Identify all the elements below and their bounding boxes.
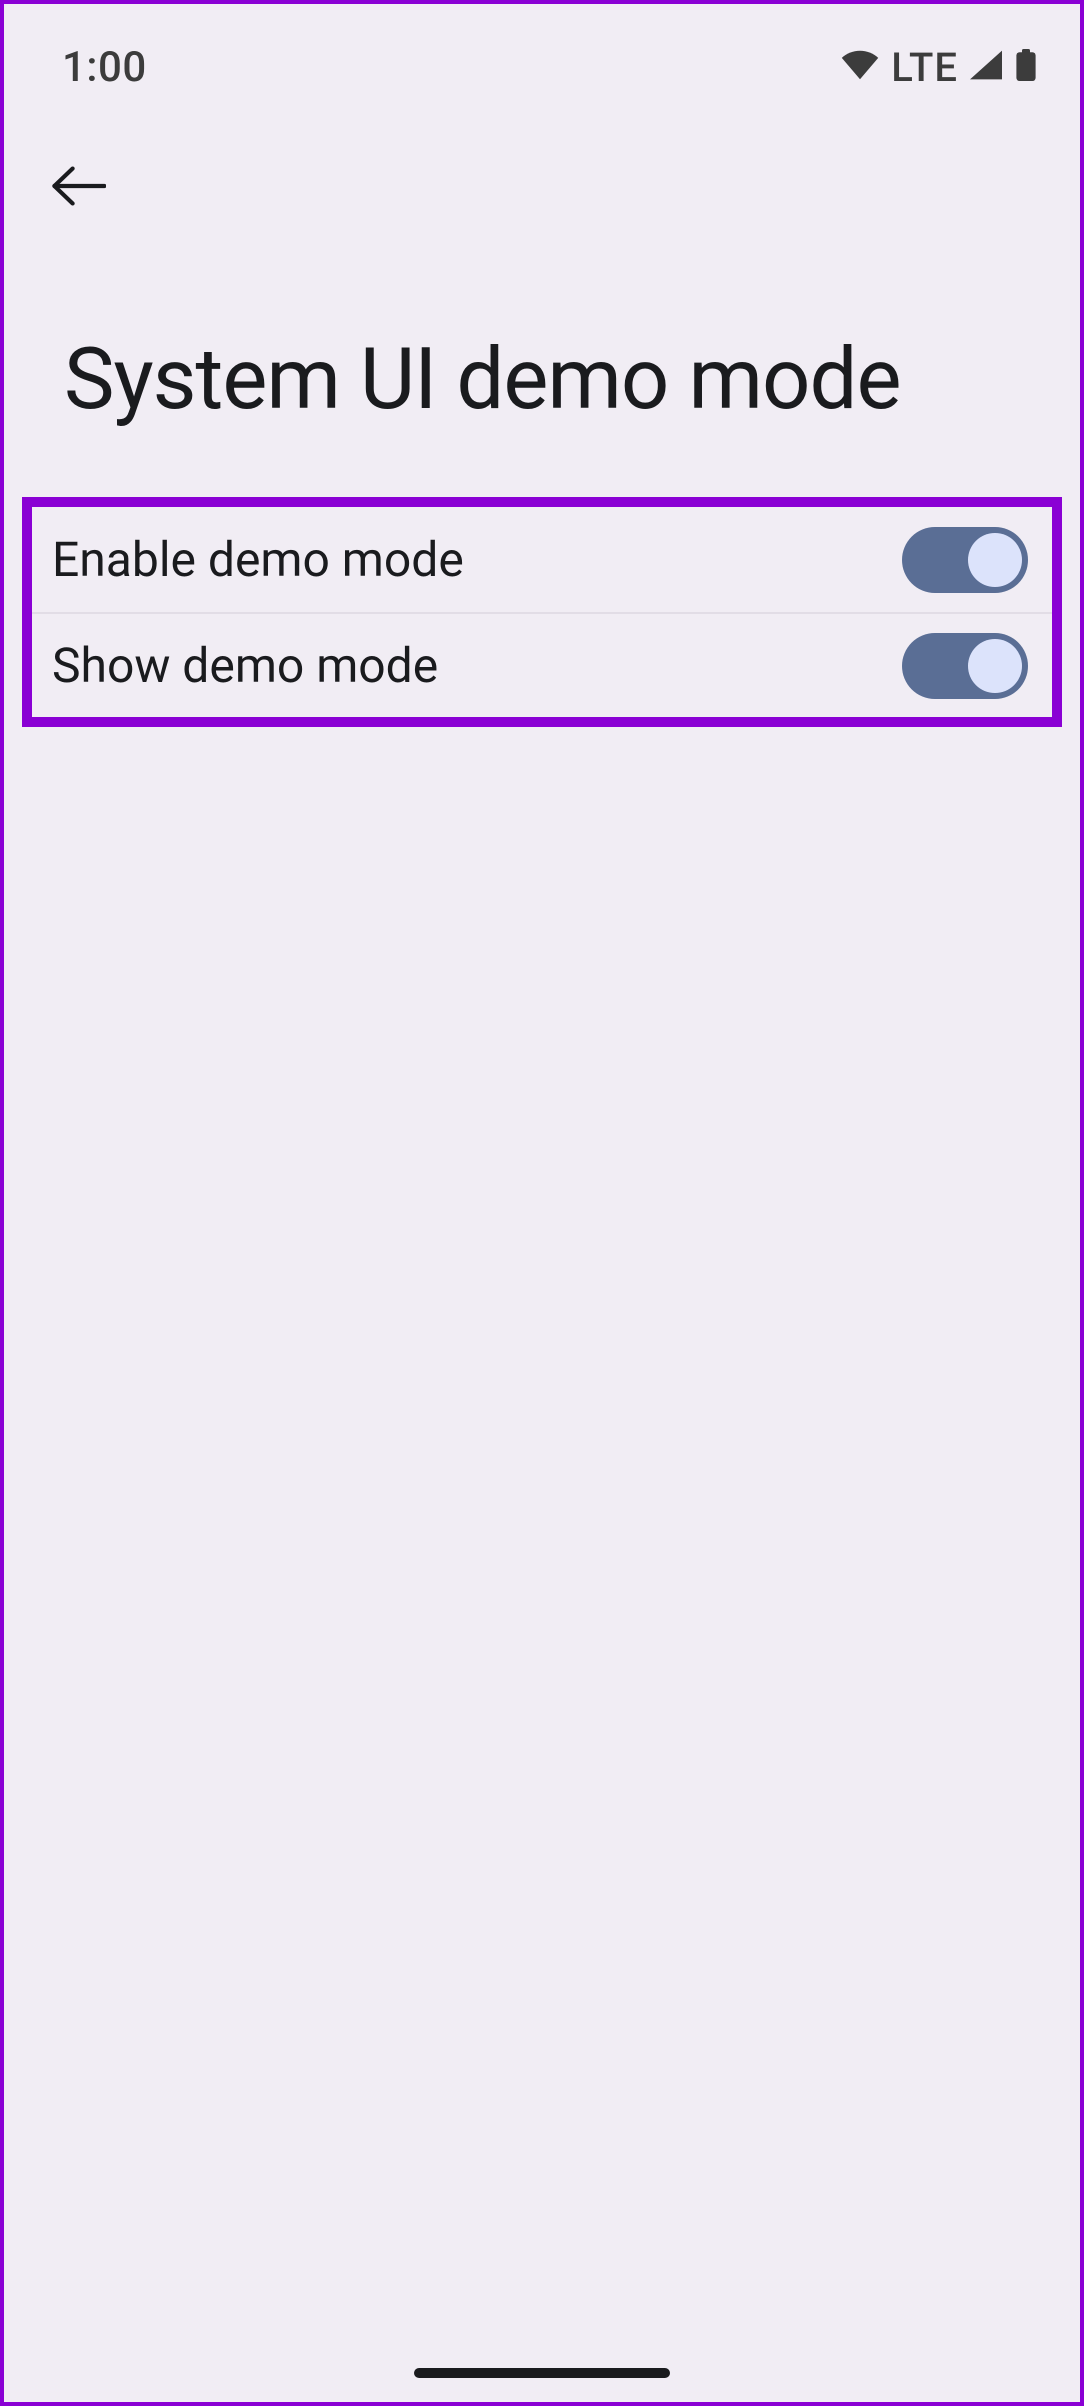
toggle-show-demo-mode[interactable] — [902, 633, 1028, 699]
setting-row-show-demo-mode[interactable]: Show demo mode — [32, 612, 1052, 717]
setting-label: Enable demo mode — [52, 531, 464, 588]
toolbar — [4, 94, 1080, 224]
wifi-icon — [841, 50, 879, 84]
back-arrow-icon — [52, 166, 106, 209]
page-title: System UI demo mode — [4, 224, 1080, 427]
toggle-knob — [968, 639, 1022, 693]
status-time: 1:00 — [62, 43, 147, 92]
setting-label: Show demo mode — [52, 637, 438, 694]
status-icons: LTE — [841, 44, 1036, 91]
cellular-signal-icon — [970, 50, 1002, 84]
gesture-nav-bar[interactable] — [414, 2368, 670, 2378]
back-button[interactable] — [44, 152, 114, 222]
toggle-knob — [968, 533, 1022, 587]
status-bar: 1:00 LTE — [4, 4, 1080, 94]
settings-highlight-box: Enable demo mode Show demo mode — [22, 497, 1062, 727]
battery-icon — [1016, 49, 1036, 85]
toggle-enable-demo-mode[interactable] — [902, 527, 1028, 593]
setting-row-enable-demo-mode[interactable]: Enable demo mode — [32, 507, 1052, 612]
network-type-label: LTE — [891, 44, 958, 91]
